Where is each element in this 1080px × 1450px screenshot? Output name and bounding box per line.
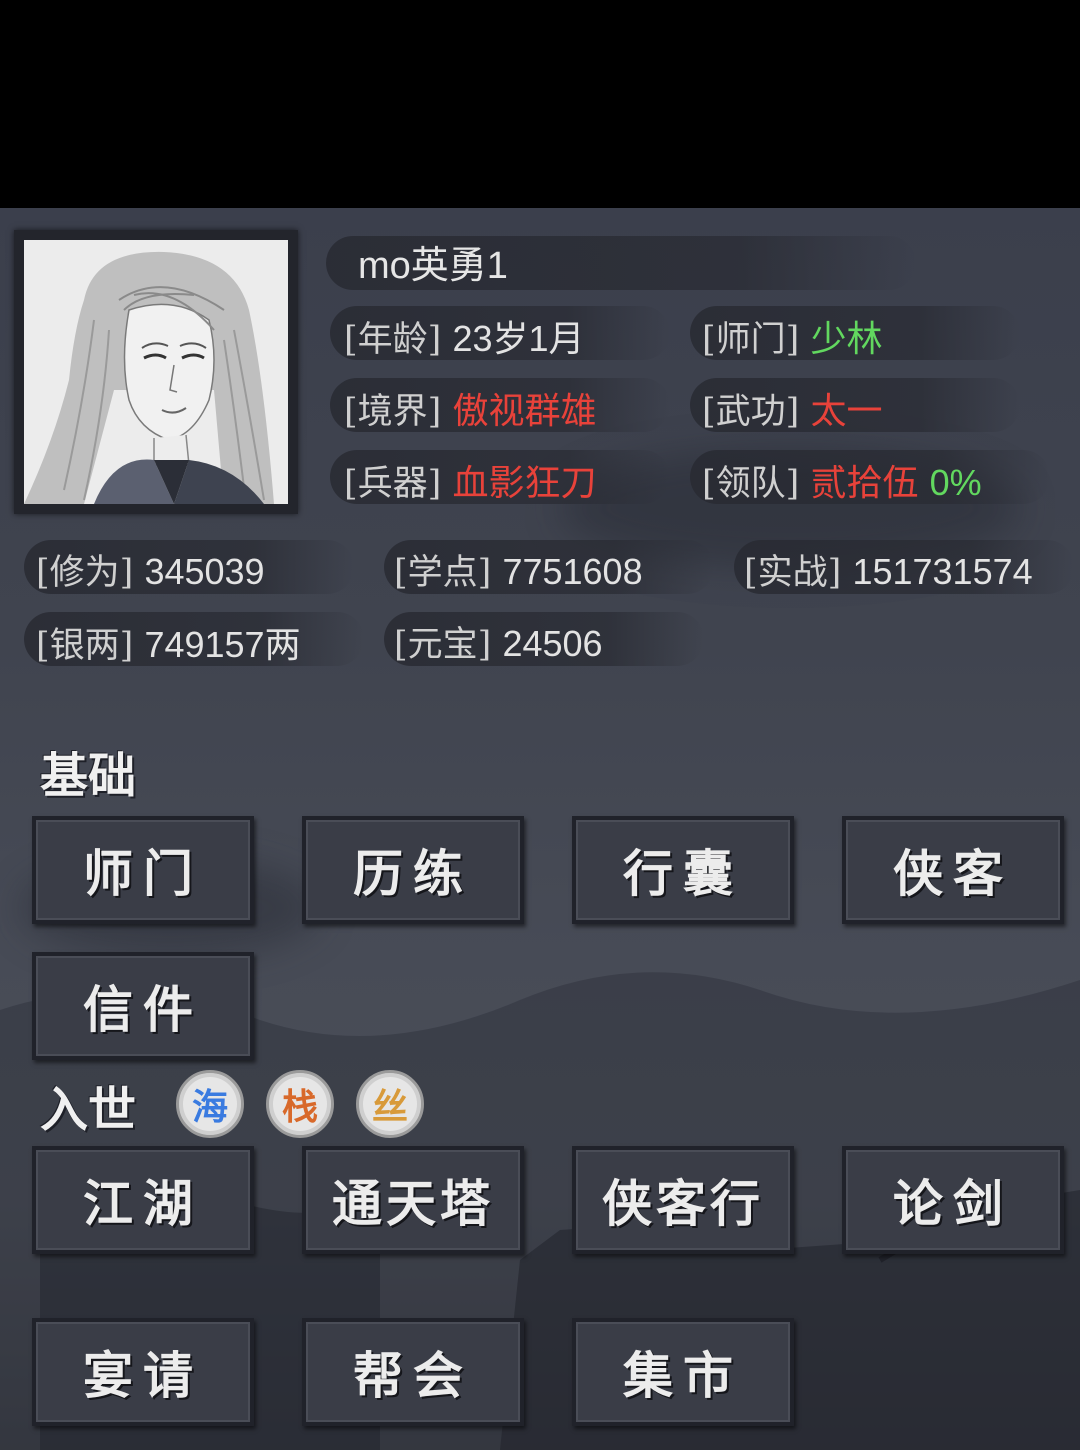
stat-value: 太一 xyxy=(810,390,883,431)
button-banquet[interactable]: 宴请 xyxy=(32,1318,254,1426)
stat-label: [银两] xyxy=(36,626,134,666)
stat-value: 7751608 xyxy=(502,551,643,592)
stat-label: [年龄] xyxy=(344,320,442,360)
stat-label: [学点] xyxy=(394,553,492,593)
stat-ingot: [元宝] 24506 xyxy=(394,616,603,667)
stat-value: 23岁1月 xyxy=(452,318,585,359)
stat-label: [武功] xyxy=(702,392,800,432)
stat-team-lead: [领队] 贰拾伍 0% xyxy=(702,454,982,506)
badge-text: 丝 xyxy=(371,1086,408,1128)
portrait-frame[interactable] xyxy=(14,230,298,514)
stat-label: [领队] xyxy=(702,464,800,504)
badge-sea[interactable]: 海 xyxy=(176,1070,244,1138)
stat-label: [元宝] xyxy=(394,625,492,665)
stat-silver: [银两] 749157两 xyxy=(36,616,301,668)
top-black-bar xyxy=(0,0,1080,208)
button-jianghu[interactable]: 江湖 xyxy=(32,1146,254,1254)
badge-text: 栈 xyxy=(281,1086,318,1128)
stat-value: 血影狂刀 xyxy=(452,462,597,503)
stat-age: [年龄] 23岁1月 xyxy=(344,310,585,362)
stat-value: 749157两 xyxy=(144,624,301,665)
button-heroes[interactable]: 侠客 xyxy=(842,816,1064,924)
section-title-basic: 基础 xyxy=(40,748,137,804)
portrait-drawing xyxy=(24,240,288,504)
stat-label: [师门] xyxy=(702,320,800,360)
stat-weapon: [兵器] 血影狂刀 xyxy=(344,454,596,506)
button-sword-debate[interactable]: 论剑 xyxy=(842,1146,1064,1254)
button-hero-journey[interactable]: 侠客行 xyxy=(572,1146,794,1254)
stat-value: 傲视群雄 xyxy=(452,390,597,431)
button-training[interactable]: 历练 xyxy=(302,816,524,924)
badge-text: 海 xyxy=(191,1086,228,1128)
player-name: mo英勇1 xyxy=(358,245,508,287)
stat-study-points: [学点] 7751608 xyxy=(394,544,643,595)
button-market[interactable]: 集市 xyxy=(572,1318,794,1426)
stat-combat: [实战] 151731574 xyxy=(744,544,1033,595)
button-guild[interactable]: 帮会 xyxy=(302,1318,524,1426)
stat-label: [兵器] xyxy=(344,464,442,504)
stat-value: 贰拾伍 xyxy=(810,462,919,503)
character-panel: mo英勇1 [年龄] 23岁1月 [师门] 少林 [境界] 傲视群雄 [武功] … xyxy=(0,208,1080,1450)
stat-martial-art: [武功] 太一 xyxy=(702,382,882,434)
stat-value: 151731574 xyxy=(852,551,1033,592)
stat-value: 少林 xyxy=(810,318,883,359)
stat-label: [修为] xyxy=(36,553,134,593)
button-sect[interactable]: 师门 xyxy=(32,816,254,924)
stat-value: 24506 xyxy=(502,623,603,664)
stat-extra-percent: 0% xyxy=(929,462,982,503)
stat-realm: [境界] 傲视群雄 xyxy=(344,382,596,434)
button-mail[interactable]: 信件 xyxy=(32,952,254,1060)
stat-sect: [师门] 少林 xyxy=(702,310,882,362)
section-title-world: 入世 xyxy=(40,1082,137,1138)
character-portrait xyxy=(24,240,288,504)
stat-cultivation: [修为] 345039 xyxy=(36,544,265,595)
button-sky-tower[interactable]: 通天塔 xyxy=(302,1146,524,1254)
stat-label: [境界] xyxy=(344,392,442,432)
badge-silk[interactable]: 丝 xyxy=(356,1070,424,1138)
button-inventory[interactable]: 行囊 xyxy=(572,816,794,924)
stat-label: [实战] xyxy=(744,553,842,593)
badge-inn[interactable]: 栈 xyxy=(266,1070,334,1138)
stat-value: 345039 xyxy=(144,551,265,592)
